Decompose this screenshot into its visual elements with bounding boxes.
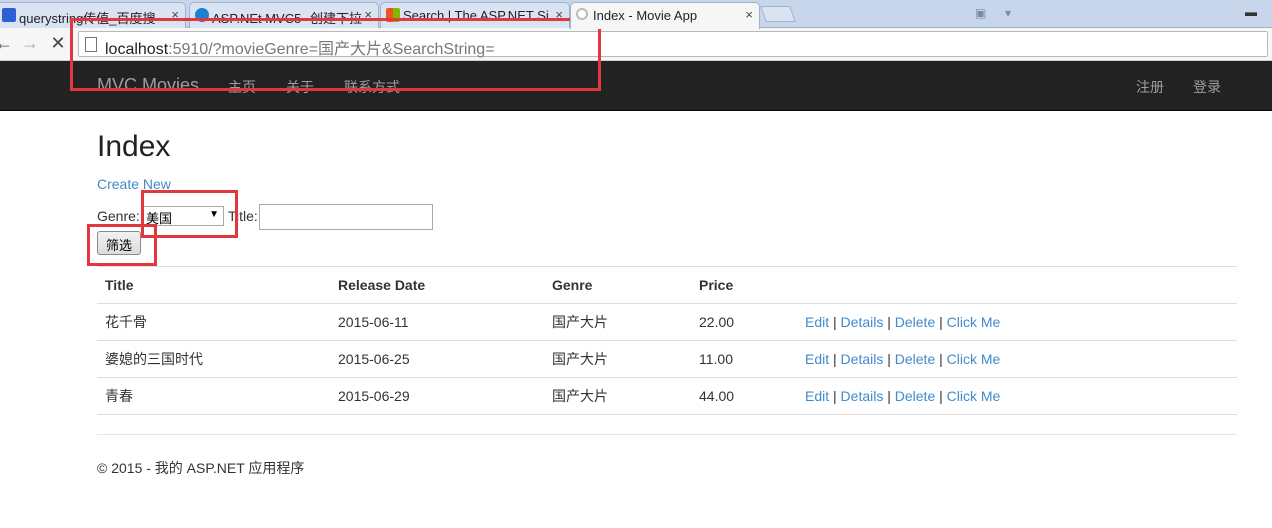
cell-genre: 国产大片 bbox=[544, 377, 691, 415]
details-link[interactable]: Details bbox=[841, 388, 884, 404]
title-search-input[interactable] bbox=[259, 204, 433, 230]
separator: | bbox=[887, 351, 891, 367]
click-me-link[interactable]: Click Me bbox=[947, 388, 1001, 404]
movies-table: Title Release Date Genre Price 花千骨 2015-… bbox=[97, 266, 1237, 415]
cell-date: 2015-06-29 bbox=[330, 377, 544, 415]
cell-price: 44.00 bbox=[691, 377, 797, 415]
nav-link-login[interactable]: 登录 bbox=[1193, 77, 1221, 97]
cell-actions: Edit | Details | Delete | Click Me bbox=[797, 340, 1237, 378]
column-header-genre: Genre bbox=[544, 266, 691, 304]
delete-link[interactable]: Delete bbox=[895, 314, 935, 330]
window-minimize-icon[interactable]: ▬ bbox=[1240, 5, 1262, 21]
cell-title: 花千骨 bbox=[97, 303, 330, 341]
column-header-title: Title bbox=[97, 266, 330, 304]
cell-date: 2015-06-11 bbox=[330, 303, 544, 341]
genre-label: Genre: bbox=[97, 208, 140, 224]
column-header-release-date: Release Date bbox=[330, 266, 544, 304]
cell-title: 青春 bbox=[97, 377, 330, 415]
cell-title: 婆媳的三国时代 bbox=[97, 340, 330, 378]
cell-genre: 国产大片 bbox=[544, 303, 691, 341]
column-header-actions bbox=[797, 266, 1237, 304]
cell-date: 2015-06-25 bbox=[330, 340, 544, 378]
stop-loading-icon[interactable]: ✕ bbox=[48, 33, 68, 54]
details-link[interactable]: Details bbox=[841, 351, 884, 367]
cell-price: 11.00 bbox=[691, 340, 797, 378]
separator: | bbox=[833, 314, 837, 330]
footer-divider bbox=[97, 434, 1237, 435]
table-header-row: Title Release Date Genre Price bbox=[97, 266, 1237, 304]
table-row: 青春 2015-06-29 国产大片 44.00 Edit | Details … bbox=[97, 377, 1237, 415]
delete-link[interactable]: Delete bbox=[895, 388, 935, 404]
profile-icon: ▣ bbox=[975, 6, 987, 20]
column-header-price: Price bbox=[691, 266, 797, 304]
separator: | bbox=[833, 388, 837, 404]
separator: | bbox=[887, 314, 891, 330]
cell-price: 22.00 bbox=[691, 303, 797, 341]
cell-genre: 国产大片 bbox=[544, 340, 691, 378]
edit-link[interactable]: Edit bbox=[805, 388, 829, 404]
back-icon[interactable]: ← bbox=[0, 33, 14, 54]
details-link[interactable]: Details bbox=[841, 314, 884, 330]
annotation-box-url bbox=[70, 18, 601, 91]
browser-tab-active[interactable]: Index - Movie App × bbox=[570, 2, 760, 29]
separator: | bbox=[939, 351, 943, 367]
table-row: 婆媳的三国时代 2015-06-25 国产大片 11.00 Edit | Det… bbox=[97, 340, 1237, 378]
click-me-link[interactable]: Click Me bbox=[947, 351, 1001, 367]
delete-link[interactable]: Delete bbox=[895, 351, 935, 367]
separator: | bbox=[887, 388, 891, 404]
cell-actions: Edit | Details | Delete | Click Me bbox=[797, 303, 1237, 341]
cell-actions: Edit | Details | Delete | Click Me bbox=[797, 377, 1237, 415]
annotation-box-filter bbox=[87, 224, 157, 266]
separator: | bbox=[833, 351, 837, 367]
tab-close-icon[interactable]: × bbox=[745, 7, 753, 22]
baidu-favicon-icon bbox=[2, 8, 16, 22]
nav-link-register[interactable]: 注册 bbox=[1136, 77, 1164, 97]
footer-copyright: © 2015 - 我的 ASP.NET 应用程序 bbox=[97, 460, 305, 476]
edit-link[interactable]: Edit bbox=[805, 351, 829, 367]
tab-label: Index - Movie App bbox=[593, 8, 698, 23]
click-me-link[interactable]: Click Me bbox=[947, 314, 1001, 330]
forward-icon[interactable]: → bbox=[20, 33, 40, 54]
loading-spinner-icon bbox=[576, 8, 588, 20]
edit-link[interactable]: Edit bbox=[805, 314, 829, 330]
table-row: 花千骨 2015-06-11 国产大片 22.00 Edit | Details… bbox=[97, 303, 1237, 341]
separator: | bbox=[939, 388, 943, 404]
separator: | bbox=[939, 314, 943, 330]
new-tab-button[interactable] bbox=[760, 6, 796, 22]
page-title: Index bbox=[97, 130, 171, 163]
network-icon: ▾ bbox=[1005, 6, 1012, 20]
